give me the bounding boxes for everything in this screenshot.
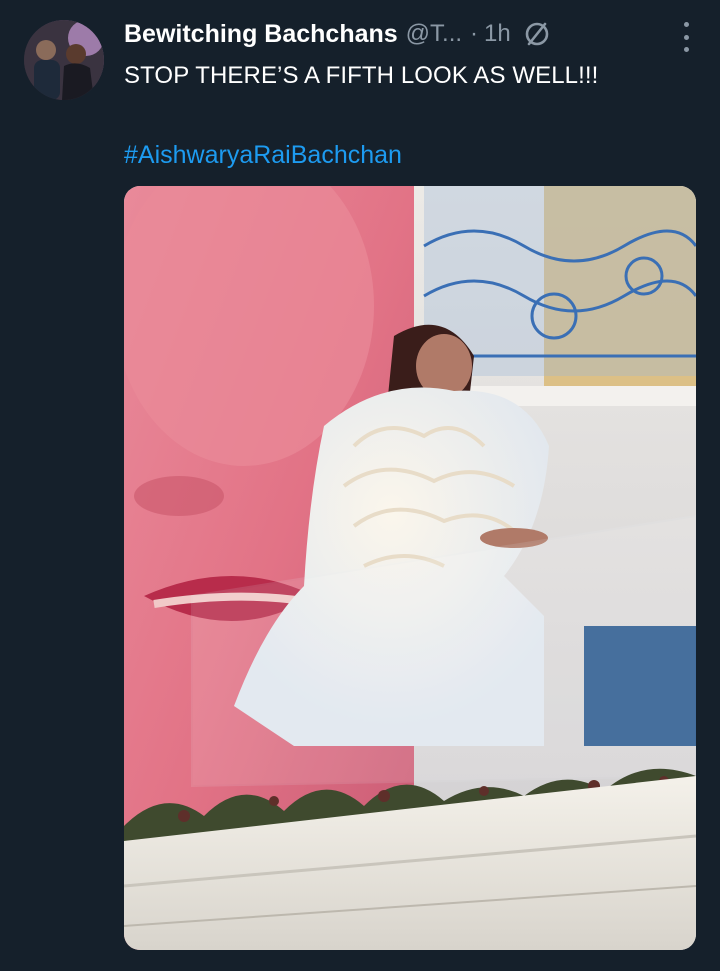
photo-content [124, 186, 696, 950]
user-handle[interactable]: @T... [406, 20, 462, 48]
timestamp[interactable]: 1h [484, 20, 511, 48]
more-vertical-icon[interactable] [682, 22, 690, 52]
avatar-image [24, 20, 104, 100]
tweet-header: Bewitching Bachchans @T... · 1h [124, 14, 696, 54]
circle-slash-icon [523, 20, 551, 48]
separator-dot: · [470, 20, 479, 47]
tweet-photo[interactable] [124, 186, 696, 950]
hashtag-link[interactable]: #AishwaryaRaiBachchan [124, 141, 402, 170]
display-name[interactable]: Bewitching Bachchans [124, 20, 398, 49]
tweet-text: STOP THERE’S A FIFTH LOOK AS WELL!!! [124, 62, 599, 89]
avatar[interactable] [24, 20, 104, 100]
